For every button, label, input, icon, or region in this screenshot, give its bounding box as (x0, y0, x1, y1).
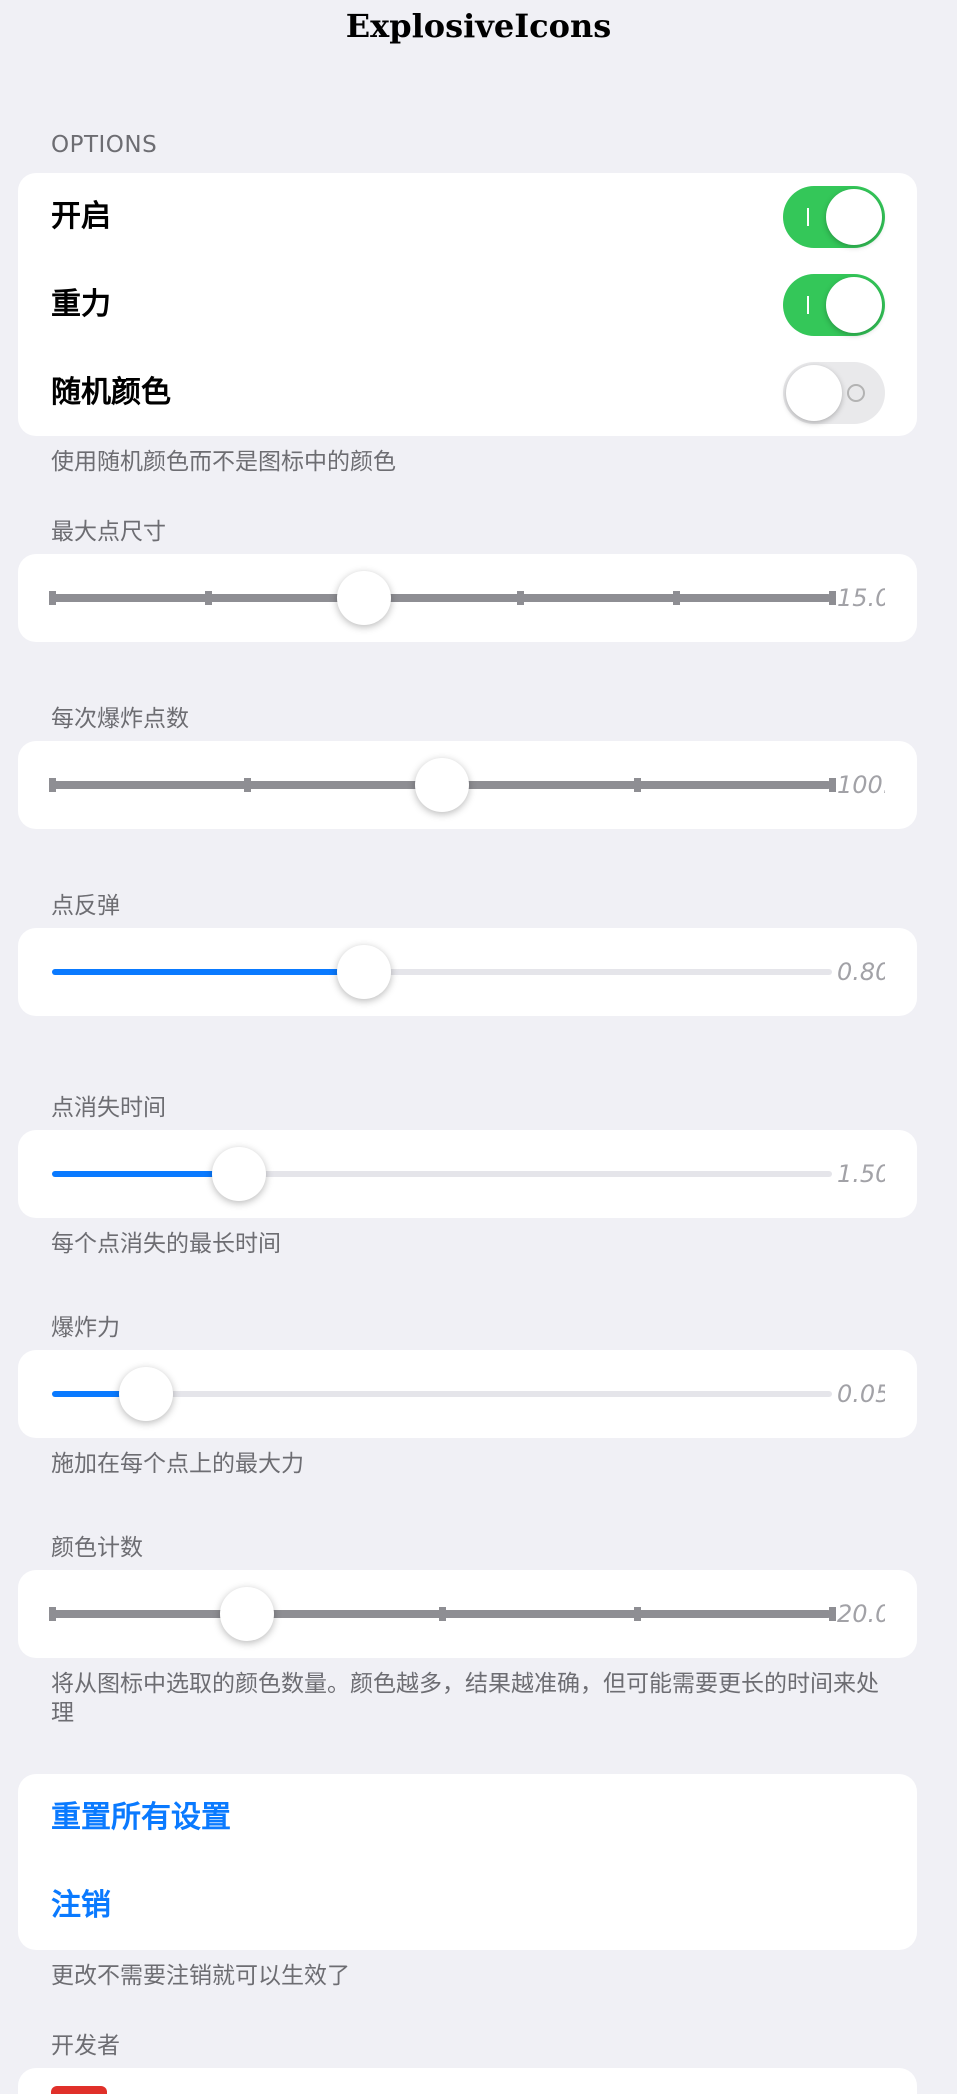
slider-value: 15.0 (837, 584, 885, 612)
max-dot-size-header: 最大点尺寸 (51, 519, 166, 545)
slider-thumb[interactable] (212, 1147, 267, 1201)
switch-off-glyph-icon (847, 384, 865, 402)
slider-value: 100. (837, 771, 885, 799)
slider-tick-mark (829, 591, 836, 605)
slider-value: 1.50 (837, 1160, 885, 1188)
gravity-row: 重力 (18, 261, 917, 349)
fade-time-header: 点消失时间 (51, 1095, 166, 1121)
slider-thumb[interactable] (337, 945, 391, 999)
developer-header: 开发者 (51, 2033, 120, 2059)
reset-all-settings-button[interactable]: 重置所有设置 (51, 1774, 231, 1862)
color-count-footer: 将从图标中选取的颜色数量。颜色越多，结果越准确，但可能需要更长的时间来处理 (51, 1671, 879, 1726)
slider-thumb[interactable] (118, 1367, 173, 1421)
dots-per-explosion-header: 每次爆炸点数 (51, 706, 189, 732)
enable-label: 开启 (51, 199, 111, 234)
fade-time-footer: 每个点消失的最长时间 (51, 1231, 281, 1257)
gravity-switch[interactable] (783, 274, 885, 336)
slider-thumb[interactable] (220, 1587, 274, 1641)
slider-tick-mark (517, 591, 524, 605)
developer-avatar-icon (51, 2086, 107, 2094)
random-color-label: 随机颜色 (51, 375, 171, 410)
explosion-force-card: 0.05 (18, 1350, 917, 1438)
slider-tick-mark (205, 591, 212, 605)
slider-tick-mark (829, 778, 836, 792)
slider-tick-mark (634, 778, 641, 792)
nav-title: ExplosiveIcons (345, 7, 612, 45)
enable-switch[interactable] (783, 186, 885, 248)
slider-tick-mark (673, 591, 680, 605)
slider-value: 0.80 (837, 958, 885, 986)
slider-tick-mark (439, 1607, 446, 1621)
max-dot-size-card: 15.0 (18, 554, 917, 642)
slider-tick-mark (244, 778, 251, 792)
slider-fill (52, 969, 364, 975)
switch-knob (826, 277, 882, 333)
slider-tick-mark (49, 1607, 56, 1621)
enable-row: 开启 (18, 173, 917, 261)
dots-per-explosion-card: 100. (18, 741, 917, 829)
random-color-switch[interactable] (783, 362, 885, 424)
slider-tick-mark (829, 1607, 836, 1621)
actions-card: 重置所有设置 注销 (18, 1774, 917, 1950)
gravity-label: 重力 (51, 287, 111, 322)
slider-track[interactable] (52, 594, 832, 602)
slider-tick-mark (49, 591, 56, 605)
slider-fill (52, 1171, 240, 1177)
random-color-row: 随机颜色 (18, 349, 917, 437)
slider-tick-mark (49, 778, 56, 792)
slider-value: 20.0 (837, 1600, 885, 1628)
bounce-header: 点反弹 (51, 893, 120, 919)
switch-knob (826, 189, 882, 245)
slider-tick-mark (634, 1607, 641, 1621)
developer-card (18, 2068, 917, 2094)
slider-thumb[interactable] (415, 758, 469, 812)
options-header: OPTIONS (51, 132, 158, 158)
color-count-card: 20.0 (18, 1570, 917, 1658)
options-card: 开启 重力 随机颜色 (18, 173, 917, 436)
explosion-force-footer: 施加在每个点上的最大力 (51, 1451, 304, 1477)
options-footer: 使用随机颜色而不是图标中的颜色 (51, 449, 396, 475)
explosion-force-header: 爆炸力 (51, 1315, 120, 1341)
color-count-header: 颜色计数 (51, 1535, 143, 1561)
slider-value: 0.05 (837, 1380, 885, 1408)
slider-thumb[interactable] (337, 571, 391, 625)
actions-footer: 更改不需要注销就可以生效了 (51, 1963, 350, 1989)
bounce-card: 0.80 (18, 928, 917, 1016)
switch-on-glyph-icon (807, 208, 809, 226)
respring-button[interactable]: 注销 (51, 1862, 111, 1950)
switch-on-glyph-icon (807, 296, 809, 314)
fade-time-card: 1.50 (18, 1130, 917, 1218)
switch-knob (786, 365, 842, 421)
